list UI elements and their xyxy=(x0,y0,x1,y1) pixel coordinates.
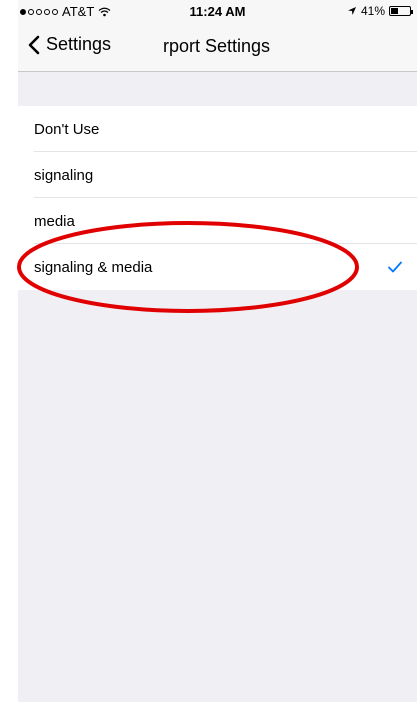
chevron-left-icon xyxy=(28,35,40,54)
status-bar: AT&T 11:24 AM 41% xyxy=(18,0,417,22)
option-label: signaling xyxy=(34,166,94,184)
option-label: signaling & media xyxy=(34,258,153,276)
navigation-bar: Settings rport Settings xyxy=(18,22,417,72)
back-button[interactable]: Settings xyxy=(28,34,111,55)
page-title: rport Settings xyxy=(163,36,271,56)
checkmark-icon xyxy=(388,261,402,273)
option-dont-use[interactable]: Don't Use xyxy=(18,106,417,152)
option-signaling[interactable]: signaling xyxy=(18,152,417,198)
option-media[interactable]: media xyxy=(18,198,417,244)
battery-percent: 41% xyxy=(360,4,385,18)
option-label: Don't Use xyxy=(34,120,100,138)
back-label: Settings xyxy=(46,34,112,54)
options-list: Don't Use signaling media signaling & me… xyxy=(18,106,417,290)
location-arrow-icon xyxy=(347,7,356,15)
phone-screen: AT&T 11:24 AM 41% Settings rport Setting… xyxy=(18,0,417,702)
option-signaling-and-media[interactable]: signaling & media xyxy=(18,244,417,290)
battery-icon xyxy=(389,6,413,16)
option-label: media xyxy=(34,212,75,230)
status-right: 41% xyxy=(347,4,413,18)
